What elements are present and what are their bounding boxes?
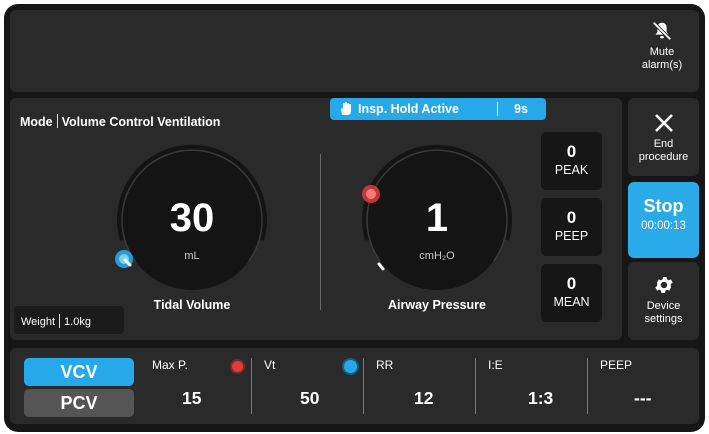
gear-icon [654,277,673,293]
rr-value: 12 [414,388,434,408]
bell-off-icon [652,21,672,41]
hold-seconds: 9s [514,102,528,116]
airway-pressure-gauge: 1 cmH₂O [355,138,519,302]
mute-alarms-button[interactable]: Mute alarm(s) [629,20,695,72]
hand-icon [341,102,351,115]
peep-stat: 0 PEEP [541,198,602,256]
param-rr[interactable]: RR 12 [374,358,476,420]
device-settings-label: Device settings [644,300,683,325]
end-procedure-button[interactable]: End procedure [628,98,699,176]
param-ie-ratio[interactable]: I:E 1:3 [486,358,588,420]
mean-pressure-stat: 0 MEAN [541,264,602,322]
peak-value: 0 [566,142,577,161]
close-icon [654,114,673,132]
param-separator [587,358,588,414]
param-peep[interactable]: PEEP --- [598,358,694,420]
peep-setting-label: PEEP [600,358,633,372]
mode-separator [56,114,58,128]
tidal-volume-unit: mL [184,250,200,262]
tidal-volume-gauge: 30 mL [110,138,274,302]
vcv-mode-button[interactable]: VCV [24,358,134,386]
tidal-volume-label: Tidal Volume [153,298,231,312]
stop-button[interactable]: Stop 00:00:13 [628,182,699,258]
status-indicator [344,360,357,373]
end-procedure-label: End procedure [638,138,689,163]
insp-hold-banner: Insp. Hold Active 9s [330,98,546,120]
peep-setting-value: --- [634,388,652,408]
hold-separator [497,102,498,116]
peep-label: PEEP [554,229,589,243]
patient-weight: Weight 1.0kg [14,306,124,334]
rr-label: RR [376,358,394,372]
vt-value: 50 [300,388,320,408]
top-bar: Mute alarm(s) [10,10,699,92]
weight-label: Weight [21,316,56,328]
pcv-mode-button[interactable]: PCV [24,389,134,417]
mean-label: MEAN [553,295,590,309]
hold-label: Insp. Hold Active [358,102,459,116]
ie-label: I:E [488,358,503,372]
param-separator [363,358,364,414]
param-separator [475,358,476,414]
param-separator [251,358,252,414]
airway-pressure-label: Airway Pressure [388,298,486,312]
param-vt[interactable]: Vt 50 [262,358,364,420]
peak-pressure-stat: 0 PEAK [541,132,602,190]
tidal-volume-value: 30 [169,196,215,240]
mute-label: Mute alarm(s) [641,46,683,71]
weight-value: 1.0kg [64,316,91,328]
stop-label: Stop [643,196,684,216]
mode-value: Volume Control Ventilation [61,115,221,129]
alarm-indicator [232,361,243,372]
mode-indicator: Mode Volume Control Ventilation [20,114,220,129]
max-pressure-value: 15 [182,388,202,408]
param-max-pressure[interactable]: Max P. 15 [150,358,252,420]
gauge-divider [320,154,321,310]
pressure-needle [377,262,385,271]
settings-bar: VCV PCV Max P. 15 Vt 50 RR 12 I:E 1:3 PE… [10,348,699,424]
ventilator-screen: Mute alarm(s) Mode Volume Control Ventila… [4,4,705,432]
airway-pressure-value: 1 [425,196,449,240]
peak-label: PEAK [554,163,589,177]
mean-value: 0 [566,274,577,293]
airway-pressure-unit: cmH₂O [419,250,455,262]
weight-separator [59,314,61,328]
monitor-panel: Mode Volume Control Ventilation Insp. Hol… [10,98,622,340]
stop-timer: 00:00:13 [641,220,686,232]
peep-value: 0 [566,208,577,227]
max-pressure-label: Max P. [152,358,188,372]
ie-value: 1:3 [528,388,554,408]
mode-label: Mode [20,115,53,129]
device-settings-button[interactable]: Device settings [628,262,699,340]
vt-label: Vt [264,358,276,372]
